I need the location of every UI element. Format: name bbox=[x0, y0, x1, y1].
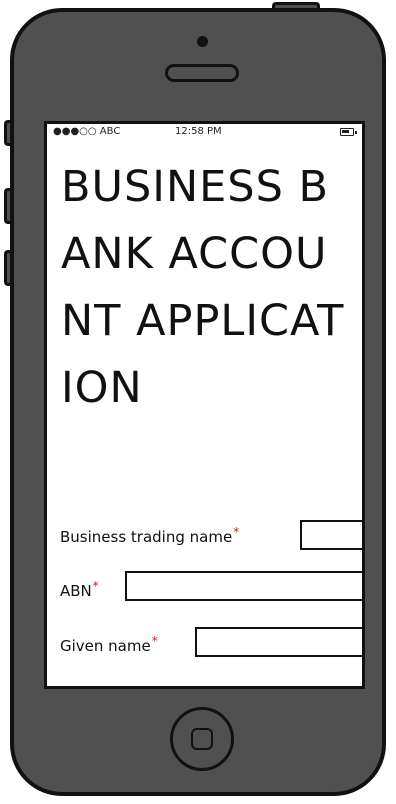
home-button[interactable] bbox=[170, 707, 234, 771]
screen: ●●●○○ ABC 12:58 PM BUSINESS BANK ACCOUNT… bbox=[44, 121, 365, 689]
status-time: 12:58 PM bbox=[175, 126, 222, 137]
abn-row: ABN* bbox=[60, 574, 99, 604]
abn-input[interactable] bbox=[125, 571, 362, 601]
home-square-icon bbox=[191, 728, 213, 750]
required-marker: * bbox=[92, 578, 99, 593]
abn-label-text: ABN bbox=[60, 581, 92, 600]
business-trading-name-input[interactable] bbox=[300, 520, 362, 550]
required-marker: * bbox=[233, 524, 240, 539]
given-name-input[interactable] bbox=[195, 627, 362, 657]
required-marker: * bbox=[151, 633, 158, 648]
business-trading-name-label-text: Business trading name bbox=[60, 527, 233, 546]
carrier-signal: ●●●○○ ABC bbox=[53, 126, 121, 137]
given-name-row: Given name* bbox=[60, 629, 158, 659]
given-name-label-text: Given name bbox=[60, 636, 151, 655]
given-name-label: Given name* bbox=[60, 634, 158, 655]
status-bar: ●●●○○ ABC 12:58 PM bbox=[47, 124, 362, 142]
device-mockup: ●●●○○ ABC 12:58 PM BUSINESS BANK ACCOUNT… bbox=[0, 0, 396, 804]
page-title: BUSINESS BANK ACCOUNT APPLICATION bbox=[61, 162, 345, 413]
camera-icon bbox=[197, 36, 208, 47]
speaker-grille bbox=[165, 64, 239, 82]
business-trading-name-label: Business trading name* bbox=[60, 525, 239, 546]
abn-label: ABN* bbox=[60, 579, 99, 600]
battery-icon bbox=[340, 128, 357, 136]
business-trading-name-row: Business trading name* bbox=[60, 520, 239, 550]
